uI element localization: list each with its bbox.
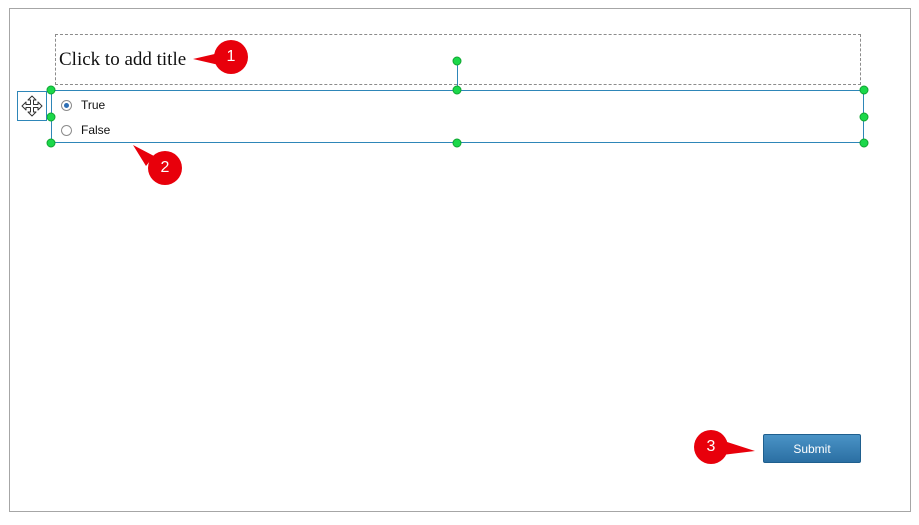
callout-badge-1: 1 [214, 40, 248, 74]
callout-badge-2: 2 [148, 151, 182, 185]
callout-pointers [133, 53, 755, 455]
callout-badge-3: 3 [694, 430, 728, 464]
